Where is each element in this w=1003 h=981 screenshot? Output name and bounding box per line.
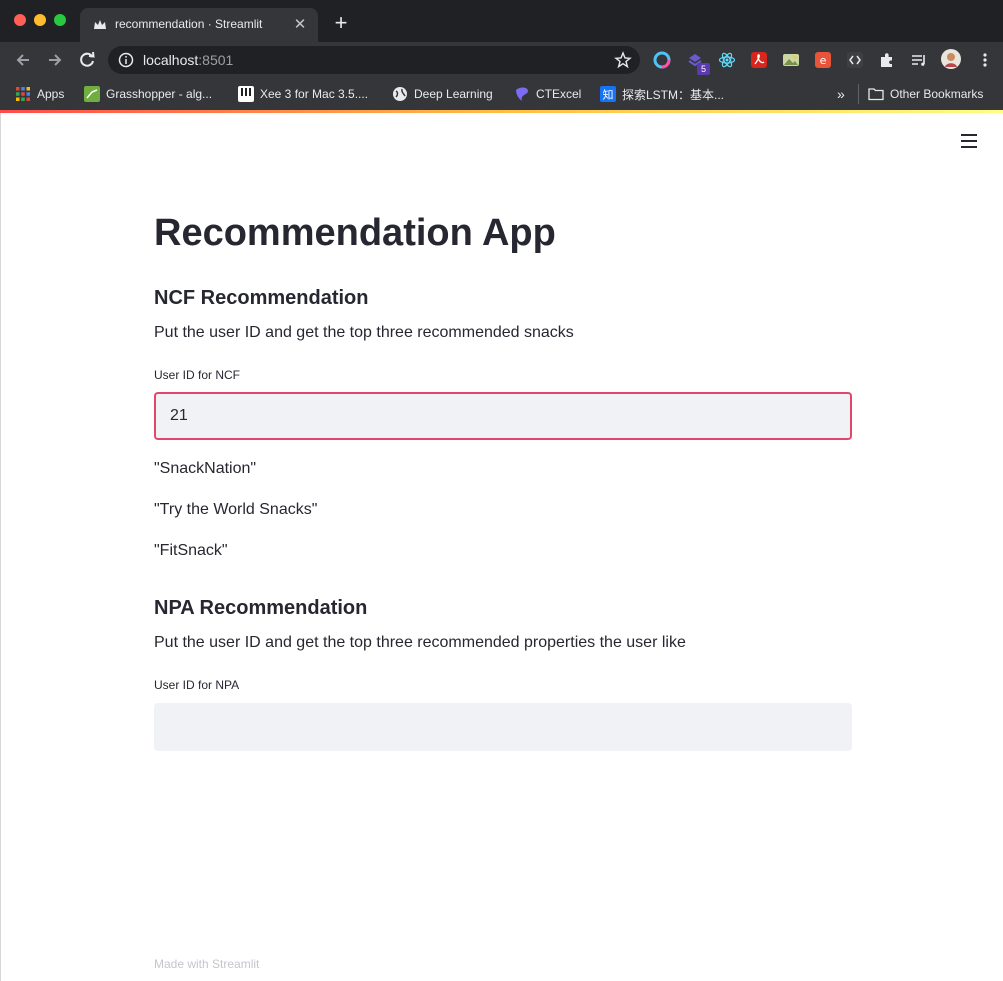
forward-arrow-icon[interactable] bbox=[44, 49, 66, 71]
reading-list-icon[interactable] bbox=[910, 51, 928, 69]
bookmark-label: 探索LSTM：基本... bbox=[622, 87, 725, 102]
globe-icon bbox=[393, 87, 407, 101]
chrome-menu-icon[interactable] bbox=[976, 51, 994, 69]
ncf-section-heading: NCF Recommendation bbox=[154, 287, 369, 309]
bookmarks-overflow-button[interactable]: » bbox=[837, 85, 845, 103]
bookmark-star-icon[interactable] bbox=[614, 51, 632, 69]
grasshopper-icon bbox=[84, 86, 100, 102]
site-info-icon[interactable] bbox=[118, 52, 134, 68]
npa-section-heading: NPA Recommendation bbox=[154, 597, 368, 619]
bookmarks-divider bbox=[858, 84, 859, 104]
bookmark-label: Grasshopper - alg... bbox=[106, 87, 213, 101]
bookmark-label: CTExcel bbox=[536, 87, 582, 101]
bookmark-ctexcel[interactable]: CTExcel bbox=[514, 85, 581, 103]
window-minimize-button[interactable] bbox=[34, 14, 46, 26]
bookmark-label: Apps bbox=[37, 87, 65, 101]
main-menu-hamburger-icon[interactable] bbox=[961, 134, 977, 148]
react-devtools-icon[interactable] bbox=[718, 51, 736, 69]
streamlit-crown-icon bbox=[94, 20, 106, 29]
window-maximize-button[interactable] bbox=[54, 14, 66, 26]
svg-text:知: 知 bbox=[603, 88, 614, 102]
piano-icon bbox=[238, 86, 254, 102]
bookmarks-bar: Apps Grasshopper - alg... Xee 3 for Mac … bbox=[0, 78, 1003, 110]
bookmark-label: Xee 3 for Mac 3.5.... bbox=[260, 87, 369, 101]
address-bar[interactable]: localhost:8501 bbox=[108, 46, 640, 74]
code-extension-icon[interactable] bbox=[846, 51, 864, 69]
npa-input-label: User ID for NPA bbox=[154, 678, 240, 692]
bookmark-label: Deep Learning bbox=[414, 87, 493, 101]
overflow-chevron-icon: » bbox=[837, 86, 845, 102]
reload-icon[interactable] bbox=[76, 49, 98, 71]
ncf-description: Put the user ID and get the top three re… bbox=[154, 324, 574, 341]
npa-user-id-input[interactable] bbox=[154, 703, 852, 751]
footer-text: Made with Streamlit bbox=[154, 957, 260, 971]
browser-tab-strip: recommendation · Streamlit ✕ + bbox=[0, 0, 1003, 42]
profile-avatar-icon[interactable] bbox=[941, 49, 961, 69]
ctexcel-logo-icon bbox=[516, 87, 528, 101]
color-wheel-extension-icon[interactable] bbox=[653, 51, 671, 69]
browser-tab-active[interactable]: recommendation · Streamlit ✕ bbox=[80, 8, 318, 42]
ncf-result-2: "Try the World Snacks" bbox=[154, 501, 318, 518]
url-port: :8501 bbox=[198, 52, 234, 68]
page-title: Recommendation App bbox=[154, 212, 556, 254]
new-tab-button[interactable]: + bbox=[330, 12, 352, 34]
close-tab-icon[interactable]: ✕ bbox=[290, 15, 310, 35]
svg-text:e: e bbox=[820, 54, 827, 67]
bookmark-other-bookmarks[interactable]: Other Bookmarks bbox=[868, 85, 983, 103]
ncf-result-3: "FitSnack" bbox=[154, 542, 228, 559]
bookmark-zhihu[interactable]: 知 探索LSTM：基本... bbox=[600, 85, 724, 103]
apps-grid-icon bbox=[16, 87, 30, 101]
bookmark-deep-learning[interactable]: Deep Learning bbox=[392, 85, 493, 103]
image-extension-icon[interactable] bbox=[782, 51, 800, 69]
bookmark-xee[interactable]: Xee 3 for Mac 3.5.... bbox=[238, 85, 368, 103]
ncf-result-1: "SnackNation" bbox=[154, 460, 257, 477]
e-extension-icon[interactable]: e bbox=[814, 51, 832, 69]
folder-icon bbox=[868, 88, 884, 101]
tab-title: recommendation · Streamlit bbox=[115, 17, 263, 31]
browser-toolbar: localhost:8501 e bbox=[0, 42, 1003, 78]
back-arrow-icon[interactable] bbox=[12, 49, 34, 71]
url-text[interactable]: localhost:8501 bbox=[143, 52, 233, 68]
acrobat-extension-icon[interactable] bbox=[750, 51, 768, 69]
zhihu-icon: 知 bbox=[600, 86, 616, 102]
url-host: localhost bbox=[143, 52, 199, 68]
window-close-button[interactable] bbox=[14, 14, 26, 26]
npa-description: Put the user ID and get the top three re… bbox=[154, 634, 686, 651]
ncf-user-id-input[interactable] bbox=[154, 392, 852, 440]
bookmark-grasshopper[interactable]: Grasshopper - alg... bbox=[84, 85, 212, 103]
made-with-streamlit-footer[interactable]: Made with Streamlit bbox=[154, 957, 259, 971]
bookmark-apps[interactable]: Apps bbox=[15, 85, 64, 103]
extension-count-badge: 5 bbox=[697, 63, 710, 75]
puzzle-extensions-icon[interactable] bbox=[878, 51, 896, 69]
bookmark-label: Other Bookmarks bbox=[890, 87, 984, 101]
ncf-input-label: User ID for NCF bbox=[154, 368, 241, 382]
